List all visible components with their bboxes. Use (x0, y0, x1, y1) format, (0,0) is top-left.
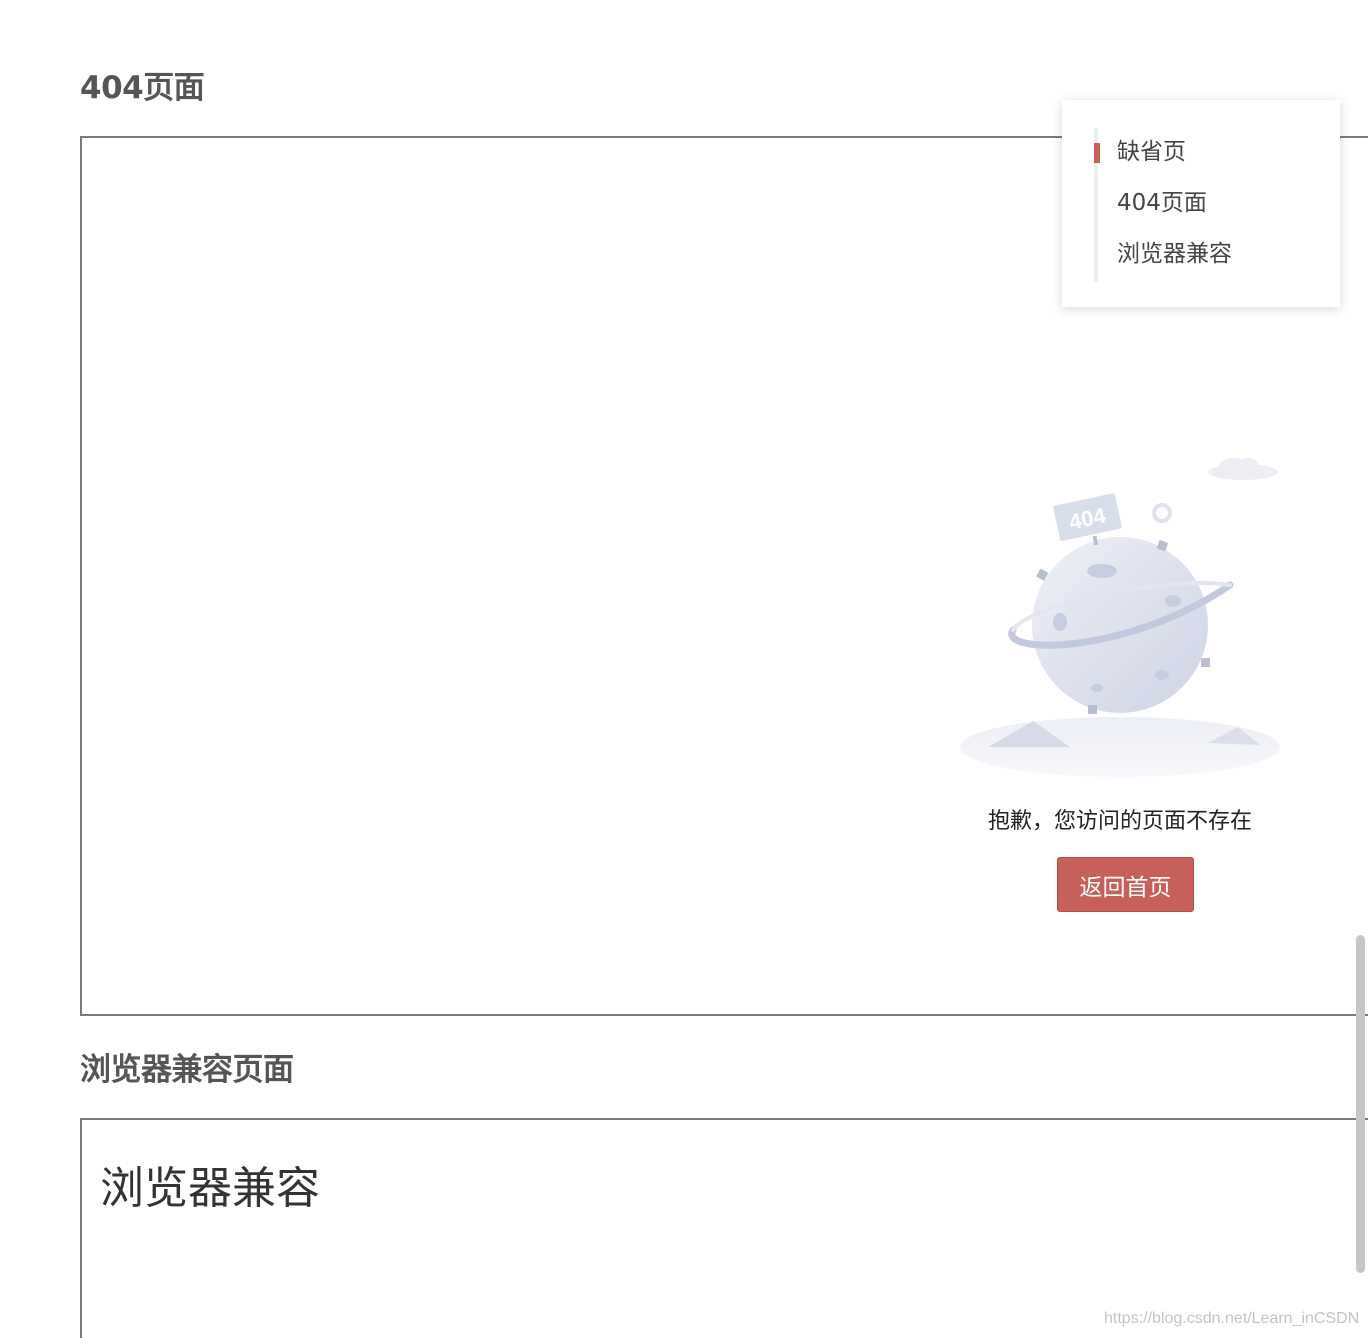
scrollbar-thumb[interactable] (1356, 935, 1365, 1273)
toc-item-404-page[interactable]: 404页面 (1117, 186, 1232, 237)
page: 404页面 404 抱歉，您访问的页面不存在 返回首页 浏览器兼容页面 浏览器兼… (0, 0, 1368, 1338)
demo-frame-browser-compat: 浏览器兼容 (80, 1118, 1368, 1338)
toc-item-browser-compat[interactable]: 浏览器兼容 (1117, 237, 1232, 288)
section-title-404: 404页面 (80, 70, 205, 106)
toc-item-default-page[interactable]: 缺省页 (1117, 135, 1232, 186)
empty-message: 抱歉，您访问的页面不存在 (987, 809, 1252, 834)
watermark: https://blog.csdn.net/Learn_inCSDN (1104, 1310, 1360, 1327)
toc-list: 缺省页 404页面 浏览器兼容 (1117, 135, 1232, 288)
section-title-browser-compat: 浏览器兼容页面 (80, 1052, 294, 1088)
toc-panel: 缺省页 404页面 浏览器兼容 (1062, 100, 1340, 307)
planet-404-icon: 404 (960, 458, 1280, 777)
compat-heading: 浏览器兼容 (100, 1163, 320, 1214)
back-home-button[interactable]: 返回首页 (1057, 857, 1194, 912)
toc-active-indicator (1094, 143, 1100, 163)
